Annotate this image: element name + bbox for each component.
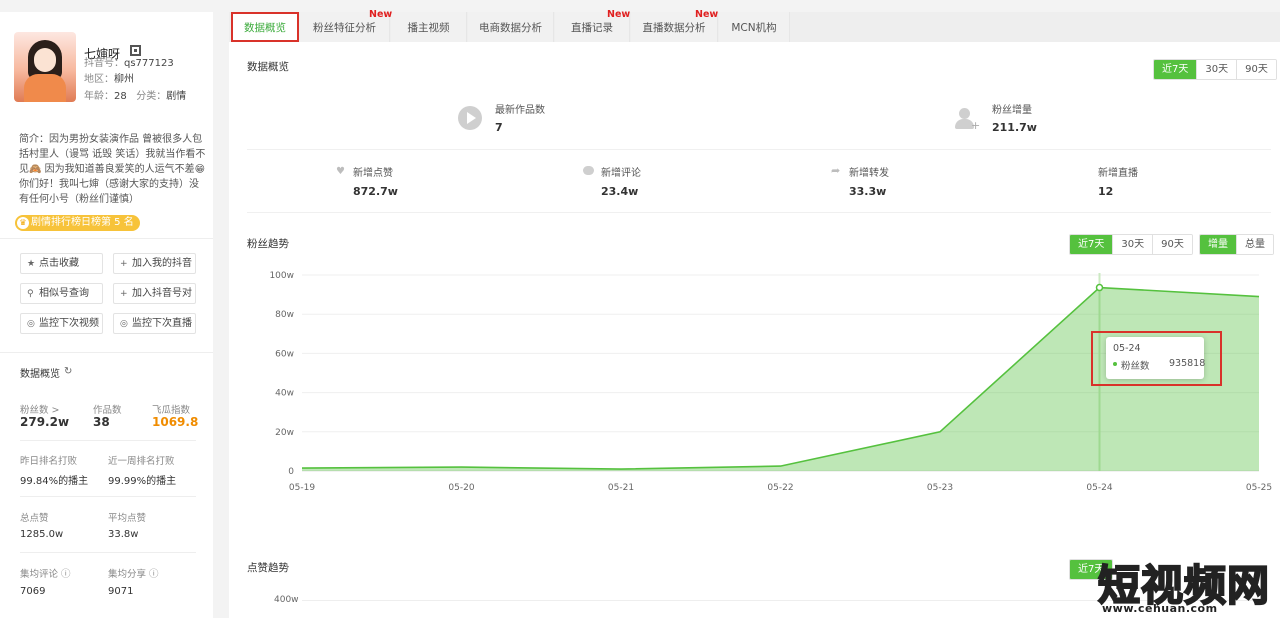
x-tick-label: 05-24 [1086, 483, 1112, 493]
x-tick-label: 05-21 [608, 483, 634, 493]
y-tick-label: 40w [275, 389, 294, 399]
y-tick-label: 80w [275, 310, 294, 320]
tooltip-highlight-frame [1091, 331, 1222, 386]
y-tick-label: 20w [275, 428, 294, 438]
x-tick-label: 05-19 [289, 483, 315, 493]
likes-trend-title: 点赞趋势 [247, 562, 289, 574]
x-tick-label: 05-23 [927, 483, 953, 493]
y-tick-label: 100w [269, 271, 294, 281]
x-tick-label: 05-20 [448, 483, 474, 493]
watermark-logo: 短视频网 www.cehuan.com [1097, 560, 1271, 615]
fans-trend-chart[interactable]: 0 20w 40w 60w 80w 100w 05-19 05-20 05-21 05-22 05-… [0, 0, 1280, 618]
data-point [1095, 283, 1104, 292]
y-tick-label: 0 [288, 467, 294, 477]
likes-ytick: 400w [274, 595, 299, 605]
x-tick-label: 05-22 [767, 483, 793, 493]
x-tick-label: 05-25 [1246, 483, 1272, 493]
y-tick-label: 60w [275, 349, 294, 359]
